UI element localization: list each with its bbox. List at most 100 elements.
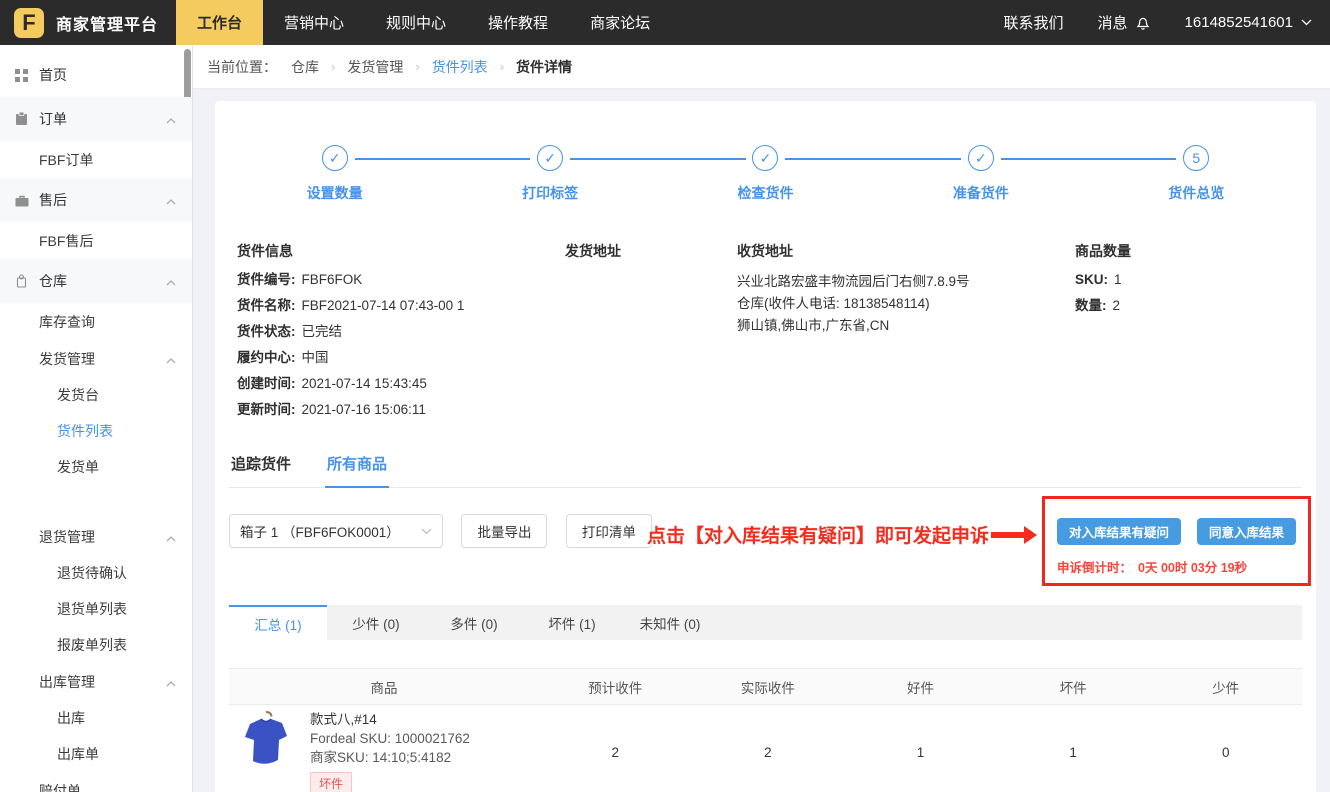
actual-count: 2 (692, 745, 845, 760)
missing-count: 0 (1149, 745, 1302, 760)
sidebar-item-return-pending[interactable]: 退货待确认 (0, 555, 192, 591)
sidebar-item-scrap-list[interactable]: 报废单列表 (0, 627, 192, 663)
dispute-result-button[interactable]: 对入库结果有疑问 (1057, 518, 1181, 545)
sidebar-item-warehouse[interactable]: 仓库 (0, 259, 192, 303)
print-list-button[interactable]: 打印清单 (566, 514, 652, 548)
ship-to-address: 收货地址 兴业北路宏盛丰物流园后门右侧7.8.9号 仓库(收件人电话: 1813… (737, 241, 1075, 427)
step-check-icon: ✓ (752, 145, 778, 171)
chevron-down-icon (421, 528, 432, 535)
briefcase-icon (14, 193, 29, 208)
shipment-info-section: 货件信息 货件编号:FBF6FOK 货件名称:FBF2021-07-14 07:… (215, 241, 1316, 427)
product-cell: 款式八,#14 Fordeal SKU: 1000021762 商家SKU: 1… (229, 708, 539, 792)
chevron-up-icon (166, 351, 176, 367)
shipment-detail-card: ✓ 设置数量 ✓ 打印标签 ✓ 检查货件 ✓ 准备货件 5 货件总览 (215, 101, 1316, 792)
section-title: 商品数量 (1075, 241, 1294, 261)
box-select[interactable]: 箱子 1 （FBF6FOK0001） (229, 514, 443, 548)
product-image[interactable] (240, 708, 292, 770)
sidebar-item-fbf-aftersale[interactable]: FBF售后 (0, 222, 192, 259)
product-quantity: 商品数量 SKU:1 数量:2 (1075, 241, 1294, 427)
sidebar-item-outbound-management[interactable]: 出库管理 (0, 663, 192, 700)
sidebar-item-shipping-desk[interactable]: 发货台 (0, 377, 192, 413)
grid-icon (14, 68, 29, 83)
breadcrumb-prefix: 当前位置： (207, 57, 277, 77)
shipment-info: 货件信息 货件编号:FBF6FOK 货件名称:FBF2021-07-14 07:… (237, 241, 565, 427)
tab-workbench[interactable]: 工作台 (176, 0, 263, 45)
logo-icon: F (14, 8, 44, 38)
tab-track-shipment[interactable]: 追踪货件 (229, 453, 293, 487)
step-print-label: ✓ 打印标签 (442, 145, 657, 203)
step-check-shipment: ✓ 检查货件 (658, 145, 873, 203)
section-title: 收货地址 (737, 241, 1075, 261)
step-number: 5 (1183, 145, 1209, 171)
batch-export-button[interactable]: 批量导出 (461, 514, 547, 548)
breadcrumb-shipment-detail: 货件详情 (516, 57, 572, 77)
subtab-summary[interactable]: 汇总 (1) (229, 605, 327, 640)
sidebar-item-return-list[interactable]: 退货单列表 (0, 591, 192, 627)
breadcrumb-shipment-list[interactable]: 货件列表 (432, 57, 488, 77)
subtab-damaged[interactable]: 坏件 (1) (523, 605, 621, 640)
step-prepare-shipment: ✓ 准备货件 (873, 145, 1088, 203)
good-count: 1 (844, 745, 997, 760)
tab-tutorial[interactable]: 操作教程 (467, 0, 569, 45)
breadcrumb-warehouse[interactable]: 仓库 (291, 57, 319, 77)
chevron-up-icon (166, 192, 176, 208)
sidebar-item-shipment-list[interactable]: 货件列表 (0, 413, 192, 449)
step-check-icon: ✓ (537, 145, 563, 171)
sidebar-item-shipping-order[interactable]: 发货单 (0, 449, 192, 485)
breadcrumb-shipping-management[interactable]: 发货管理 (347, 57, 403, 77)
section-title: 发货地址 (565, 241, 737, 261)
product-info: 款式八,#14 Fordeal SKU: 1000021762 商家SKU: 1… (310, 708, 470, 792)
top-navbar: F 商家管理平台 工作台 营销中心 规则中心 操作教程 商家论坛 联系我们 消息… (0, 0, 1330, 45)
sidebar-item-aftersale[interactable]: 售后 (0, 178, 192, 222)
sidebar-item-inventory-query[interactable]: 库存查询 (0, 303, 192, 340)
sidebar-item-fbf-orders[interactable]: FBF订单 (0, 141, 192, 178)
subtab-missing[interactable]: 少件 (0) (327, 605, 425, 640)
summary-subtabs: 汇总 (1) 少件 (0) 多件 (0) 坏件 (1) 未知件 (0) (229, 605, 1302, 640)
expected-count: 2 (539, 745, 692, 760)
table-row: 款式八,#14 Fordeal SKU: 1000021762 商家SKU: 1… (229, 705, 1302, 792)
subtab-extra[interactable]: 多件 (0) (425, 605, 523, 640)
tab-rules[interactable]: 规则中心 (365, 0, 467, 45)
messages-link[interactable]: 消息 (1098, 12, 1151, 33)
products-table: 商品 预计收件 实际收件 好件 坏件 少件 (229, 668, 1302, 792)
brand-name: 商家管理平台 (56, 11, 158, 35)
toolbar-row: 箱子 1 （FBF6FOK0001） 批量导出 打印清单 点击【对入库结果有疑问… (229, 514, 1302, 586)
section-title: 货件信息 (237, 241, 565, 261)
sidebar-item-shipping-management[interactable]: 发货管理 (0, 340, 192, 377)
detail-tabs: 追踪货件 所有商品 (229, 453, 1302, 488)
arrow-right-icon (991, 525, 1037, 545)
sidebar-item-outbound-order[interactable]: 出库单 (0, 736, 192, 772)
breadcrumb: 当前位置： 仓库 › 发货管理 › 货件列表 › 货件详情 (193, 45, 1330, 89)
chevron-down-icon (1301, 19, 1312, 26)
progress-stepper: ✓ 设置数量 ✓ 打印标签 ✓ 检查货件 ✓ 准备货件 5 货件总览 (215, 101, 1316, 203)
nav-tabs: 工作台 营销中心 规则中心 操作教程 商家论坛 (176, 0, 671, 45)
step-shipment-overview: 5 货件总览 (1089, 145, 1304, 203)
ship-from-address: 发货地址 (565, 241, 737, 427)
appeal-countdown: 申诉倒计时：0天 00时 03分 19秒 (1057, 557, 1296, 576)
sidebar-item-returns-management[interactable]: 退货管理 (0, 518, 192, 555)
tab-marketing[interactable]: 营销中心 (263, 0, 365, 45)
chevron-up-icon (166, 273, 176, 289)
dispute-highlight-box: 对入库结果有疑问 同意入库结果 申诉倒计时：0天 00时 03分 19秒 (1042, 496, 1311, 586)
table-header: 商品 预计收件 实际收件 好件 坏件 少件 (229, 668, 1302, 705)
product-merchant-sku: 商家SKU: 14:10;5:4182 (310, 748, 470, 767)
account-menu[interactable]: 1614852541601 (1185, 14, 1312, 31)
product-title: 款式八,#14 (310, 710, 470, 729)
chevron-up-icon (166, 674, 176, 690)
sidebar-item-orders[interactable]: 订单 (0, 97, 192, 141)
tab-all-products[interactable]: 所有商品 (325, 453, 389, 488)
brand[interactable]: F 商家管理平台 (0, 0, 176, 45)
sidebar-item-home[interactable]: 首页 (0, 53, 192, 97)
damaged-tag: 坏件 (310, 772, 352, 792)
agree-result-button[interactable]: 同意入库结果 (1197, 518, 1296, 545)
sidebar-item-compensation-order[interactable]: 赔付单 (0, 772, 192, 792)
step-set-quantity: ✓ 设置数量 (227, 145, 442, 203)
tab-forum[interactable]: 商家论坛 (569, 0, 671, 45)
step-check-icon: ✓ (968, 145, 994, 171)
chevron-up-icon (166, 529, 176, 545)
contact-us-link[interactable]: 联系我们 (1004, 12, 1064, 33)
subtab-unknown[interactable]: 未知件 (0) (621, 605, 719, 640)
sidebar-item-outbound[interactable]: 出库 (0, 700, 192, 736)
step-check-icon: ✓ (322, 145, 348, 171)
damaged-count: 1 (997, 745, 1150, 760)
